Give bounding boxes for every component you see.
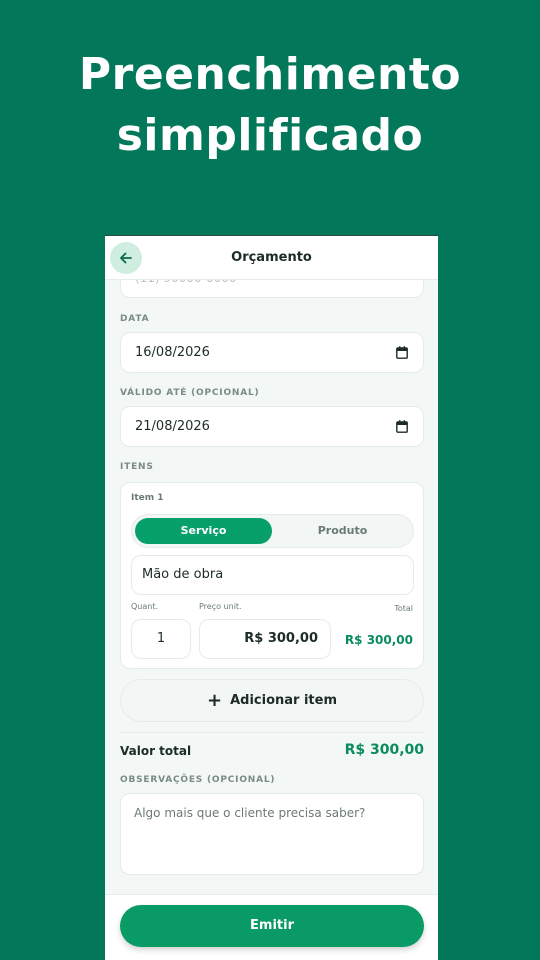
valid-until-label: VÁLIDO ATÉ (OPCIONAL) <box>120 388 260 398</box>
app-bar: Orçamento <box>105 236 438 280</box>
divider <box>120 732 424 733</box>
notes-label: OBSERVAÇÕES (OPCIONAL) <box>120 775 276 785</box>
promo-line-1: Preenchimento <box>78 49 462 100</box>
page-title: Orçamento <box>231 250 312 265</box>
type-option-produto[interactable]: Produto <box>274 518 411 544</box>
date-label: DATA <box>120 314 150 324</box>
quantity-input[interactable]: 1 <box>131 619 191 659</box>
calendar-icon[interactable] <box>396 346 408 359</box>
app-screen: (11) 90000-0000 Orçamento DATA 16/08/202… <box>105 235 438 960</box>
valid-until-value: 21/08/2026 <box>135 419 210 434</box>
unit-price-input[interactable]: R$ 300,00 <box>199 619 331 659</box>
grand-total-label: Valor total <box>120 744 192 758</box>
emit-button[interactable]: Emitir <box>120 905 424 947</box>
add-item-button[interactable]: + Adicionar item <box>120 679 424 722</box>
promo-headline: Preenchimento simplificado <box>0 44 540 166</box>
plus-icon: + <box>206 689 223 711</box>
add-item-label: Adicionar item <box>230 693 337 708</box>
arrow-left-icon <box>120 252 132 264</box>
item-card: Item 1 Serviço Produto Mão de obra Quant… <box>120 482 424 669</box>
valid-until-field[interactable]: 21/08/2026 <box>120 406 424 447</box>
qty-label: Quant. <box>131 602 159 611</box>
back-button[interactable] <box>110 242 142 274</box>
line-total-label: Total <box>394 604 413 613</box>
item-type-toggle: Serviço Produto <box>131 514 414 548</box>
notes-textarea[interactable]: Algo mais que o cliente precisa saber? <box>120 793 424 875</box>
item-description-value: Mão de obra <box>142 567 224 582</box>
items-label: ITENS <box>120 462 154 472</box>
calendar-icon[interactable] <box>396 420 408 433</box>
item-description-input[interactable]: Mão de obra <box>131 555 414 595</box>
promo-line-2: simplificado <box>116 110 424 161</box>
notes-placeholder: Algo mais que o cliente precisa saber? <box>134 806 366 820</box>
item-title: Item 1 <box>131 493 164 503</box>
grand-total-value: R$ 300,00 <box>344 742 424 758</box>
date-field[interactable]: 16/08/2026 <box>120 332 424 373</box>
unit-price-label: Preço unit. <box>199 602 242 611</box>
date-value: 16/08/2026 <box>135 345 210 360</box>
line-total-value: R$ 300,00 <box>344 633 413 647</box>
bottom-action-bar: Emitir <box>105 894 438 960</box>
type-option-servico[interactable]: Serviço <box>135 518 272 544</box>
